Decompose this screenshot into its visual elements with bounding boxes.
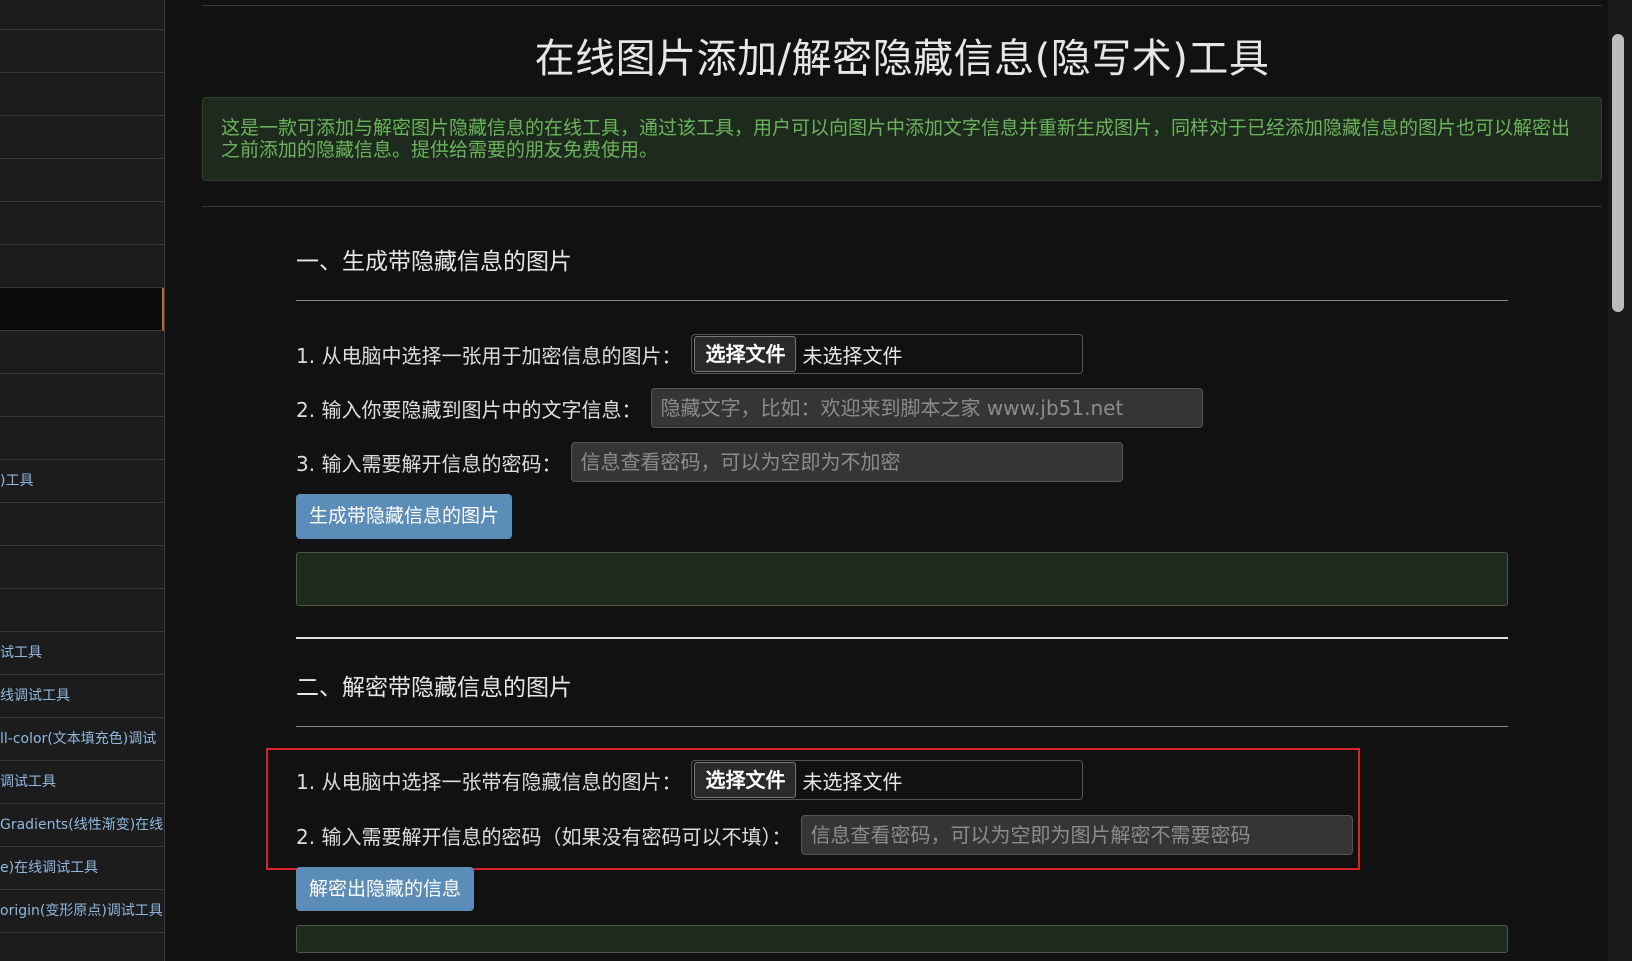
encode-section-heading: 一、生成带隐藏信息的图片 <box>296 249 572 275</box>
scrollbar-thumb[interactable] <box>1612 34 1624 312</box>
sidebar-item[interactable] <box>0 159 164 202</box>
sidebar-item[interactable] <box>0 331 164 374</box>
decode-choose-file-button[interactable]: 选择文件 <box>694 762 797 798</box>
divider <box>296 637 1508 639</box>
sidebar-item[interactable]: 线调试工具 <box>0 675 164 718</box>
encode-password-row: 3. 输入需要解开信息的密码： <box>296 441 1124 483</box>
generate-image-button[interactable]: 生成带隐藏信息的图片 <box>296 494 513 539</box>
sidebar-item[interactable] <box>0 417 164 460</box>
sidebar-item[interactable]: e)在线调试工具 <box>0 847 164 890</box>
decode-result-box <box>296 925 1508 953</box>
sidebar-item[interactable]: 试工具 <box>0 632 164 675</box>
encode-choose-file-button[interactable]: 选择文件 <box>694 336 797 372</box>
sidebar-item[interactable] <box>0 245 164 288</box>
sidebar-item[interactable]: Gradients(线性渐变)在线 <box>0 804 164 847</box>
encode-file-input[interactable]: 选择文件 未选择文件 <box>691 334 1084 374</box>
sidebar-item[interactable] <box>0 546 164 589</box>
sidebar-item[interactable] <box>0 374 164 417</box>
decode-password-input[interactable] <box>801 815 1354 855</box>
decode-password-label: 2. 输入需要解开信息的密码（如果没有密码可以不填）： <box>296 824 792 849</box>
encode-result-box <box>296 552 1508 606</box>
sidebar-item-active[interactable] <box>0 288 164 331</box>
divider <box>202 5 1602 6</box>
sidebar-item[interactable]: )工具 <box>0 460 164 503</box>
divider <box>202 206 1602 207</box>
encode-password-label: 3. 输入需要解开信息的密码： <box>296 451 562 476</box>
sidebar-item-label: ll-color(文本填充色)调试 <box>0 731 157 747</box>
encode-text-row: 2. 输入你要隐藏到图片中的文字信息： <box>296 387 1204 429</box>
encode-password-input[interactable] <box>571 442 1124 482</box>
sidebar-item-label: 线调试工具 <box>0 688 70 704</box>
intro-notice: 这是一款可添加与解密图片隐藏信息的在线工具，通过该工具，用户可以向图片中添加文字… <box>202 97 1602 181</box>
divider <box>296 300 1508 301</box>
divider <box>296 726 1508 727</box>
main-content: 在线图片添加/解密隐藏信息(隐写术)工具 这是一款可添加与解密图片隐藏信息的在线… <box>202 0 1602 961</box>
sidebar-item-label: 调试工具 <box>0 774 56 790</box>
sidebar-item-label: Gradients(线性渐变)在线 <box>0 817 164 833</box>
sidebar-item[interactable] <box>0 589 164 632</box>
sidebar-item-label: 试工具 <box>0 645 42 661</box>
decode-section-heading: 二、解密带隐藏信息的图片 <box>296 675 572 701</box>
sidebar-item[interactable] <box>0 503 164 546</box>
sidebar-item[interactable]: origin(变形原点)调试工具 <box>0 890 164 933</box>
encode-file-status: 未选择文件 <box>802 343 903 368</box>
hidden-text-input[interactable] <box>651 388 1204 428</box>
sidebar-item[interactable]: ll-color(文本填充色)调试 <box>0 718 164 761</box>
encode-file-row: 1. 从电脑中选择一张用于加密信息的图片： 选择文件 未选择文件 <box>296 333 1084 375</box>
sidebar-item[interactable] <box>0 202 164 245</box>
sidebar-item[interactable]: 调试工具 <box>0 761 164 804</box>
sidebar-item[interactable] <box>0 0 164 30</box>
sidebar-item[interactable] <box>0 73 164 116</box>
decode-file-row: 1. 从电脑中选择一张带有隐藏信息的图片： 选择文件 未选择文件 <box>296 759 1084 801</box>
sidebar-item-label: )工具 <box>0 473 34 489</box>
decode-file-status: 未选择文件 <box>802 769 903 794</box>
encode-text-label: 2. 输入你要隐藏到图片中的文字信息： <box>296 397 642 422</box>
decode-button[interactable]: 解密出隐藏的信息 <box>296 867 475 911</box>
decode-file-input[interactable]: 选择文件 未选择文件 <box>691 760 1084 800</box>
page-title: 在线图片添加/解密隐藏信息(隐写术)工具 <box>534 36 1270 82</box>
decode-password-row: 2. 输入需要解开信息的密码（如果没有密码可以不填）： <box>296 814 1354 856</box>
encode-file-label: 1. 从电脑中选择一张用于加密信息的图片： <box>296 343 682 368</box>
sidebar-item[interactable] <box>0 30 164 73</box>
decode-file-label: 1. 从电脑中选择一张带有隐藏信息的图片： <box>296 769 682 794</box>
sidebar-item[interactable] <box>0 116 164 159</box>
sidebar-item-label: e)在线调试工具 <box>0 860 99 876</box>
sidebar-item-label: origin(变形原点)调试工具 <box>0 903 163 919</box>
sidebar: )工具 试工具 线调试工具 ll-color(文本填充色)调试 调试工具 Gra… <box>0 0 165 961</box>
